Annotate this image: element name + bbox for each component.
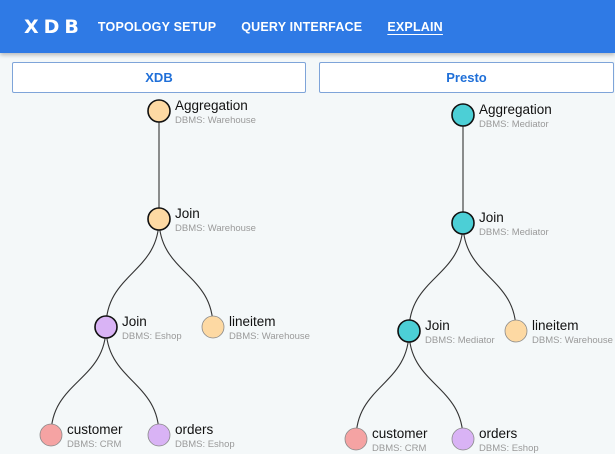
plan-edge-join1-join2 [105,218,160,328]
plan-node-dbms-orders: DBMS: Eshop [479,443,539,454]
plan-node-label-lineitem: lineitem [532,318,579,333]
plan-node-lineitem[interactable] [504,319,528,343]
plan-node-join2[interactable] [397,319,421,343]
plan-node-dbms-lineitem: DBMS: Warehouse [532,335,613,346]
nav-query-interface[interactable]: QUERY INTERFACE [241,20,362,34]
plan-edge-join1-lineitem [462,222,517,332]
plan-node-label-orders: orders [479,426,518,441]
plan-node-label-agg: Aggregation [175,98,248,113]
plan-node-dbms-join2: DBMS: Mediator [425,335,495,346]
plan-node-label-lineitem: lineitem [229,314,276,329]
plan-node-orders[interactable] [147,423,171,447]
plan-node-label-join1: Join [479,210,504,225]
nav-topology-setup[interactable]: TOPOLOGY SETUP [98,20,216,34]
panel-header-xdb[interactable]: XDB [12,62,306,93]
plan-node-dbms-customer: DBMS: CRM [372,443,427,454]
plan-node-label-customer: customer [67,422,123,437]
plan-node-join1[interactable] [147,207,171,231]
app-bar: XDB TOPOLOGY SETUP QUERY INTERFACE EXPLA… [0,0,615,53]
plan-node-dbms-agg: DBMS: Warehouse [175,115,256,126]
plan-edge-join2-customer [355,330,410,440]
plan-node-dbms-join1: DBMS: Warehouse [175,223,256,234]
plan-node-join2[interactable] [94,315,118,339]
plan-node-dbms-lineitem: DBMS: Warehouse [229,331,310,342]
plan-node-label-agg: Aggregation [479,102,552,117]
plan-node-lineitem[interactable] [201,315,225,339]
plan-node-agg[interactable] [147,99,171,123]
plan-node-customer[interactable] [344,427,368,451]
plan-node-label-orders: orders [175,422,214,437]
plan-edge-join1-lineitem [158,218,214,328]
plan-node-join1[interactable] [451,211,475,235]
plan-edge-join2-orders [105,326,160,436]
plan-node-agg[interactable] [451,103,475,127]
plan-node-dbms-join1: DBMS: Mediator [479,227,549,238]
plan-node-label-join2: Join [425,318,450,333]
plan-edge-join2-customer [50,326,107,436]
panel-header-presto[interactable]: Presto [319,62,614,93]
plan-node-dbms-customer: DBMS: CRM [67,439,122,450]
plan-node-dbms-orders: DBMS: Eshop [175,439,235,450]
plan-node-label-join1: Join [175,206,200,221]
plan-node-dbms-agg: DBMS: Mediator [479,119,549,130]
plan-node-orders[interactable] [451,427,475,451]
plan-node-label-customer: customer [372,426,428,441]
plan-node-dbms-join2: DBMS: Eshop [122,331,182,342]
plan-edge-join2-orders [408,330,464,440]
plan-node-customer[interactable] [39,423,63,447]
nav-explain[interactable]: EXPLAIN [387,20,443,34]
plan-node-label-join2: Join [122,314,147,329]
brand-logo[interactable]: XDB [24,16,84,38]
plan-edge-join1-join2 [408,222,464,332]
